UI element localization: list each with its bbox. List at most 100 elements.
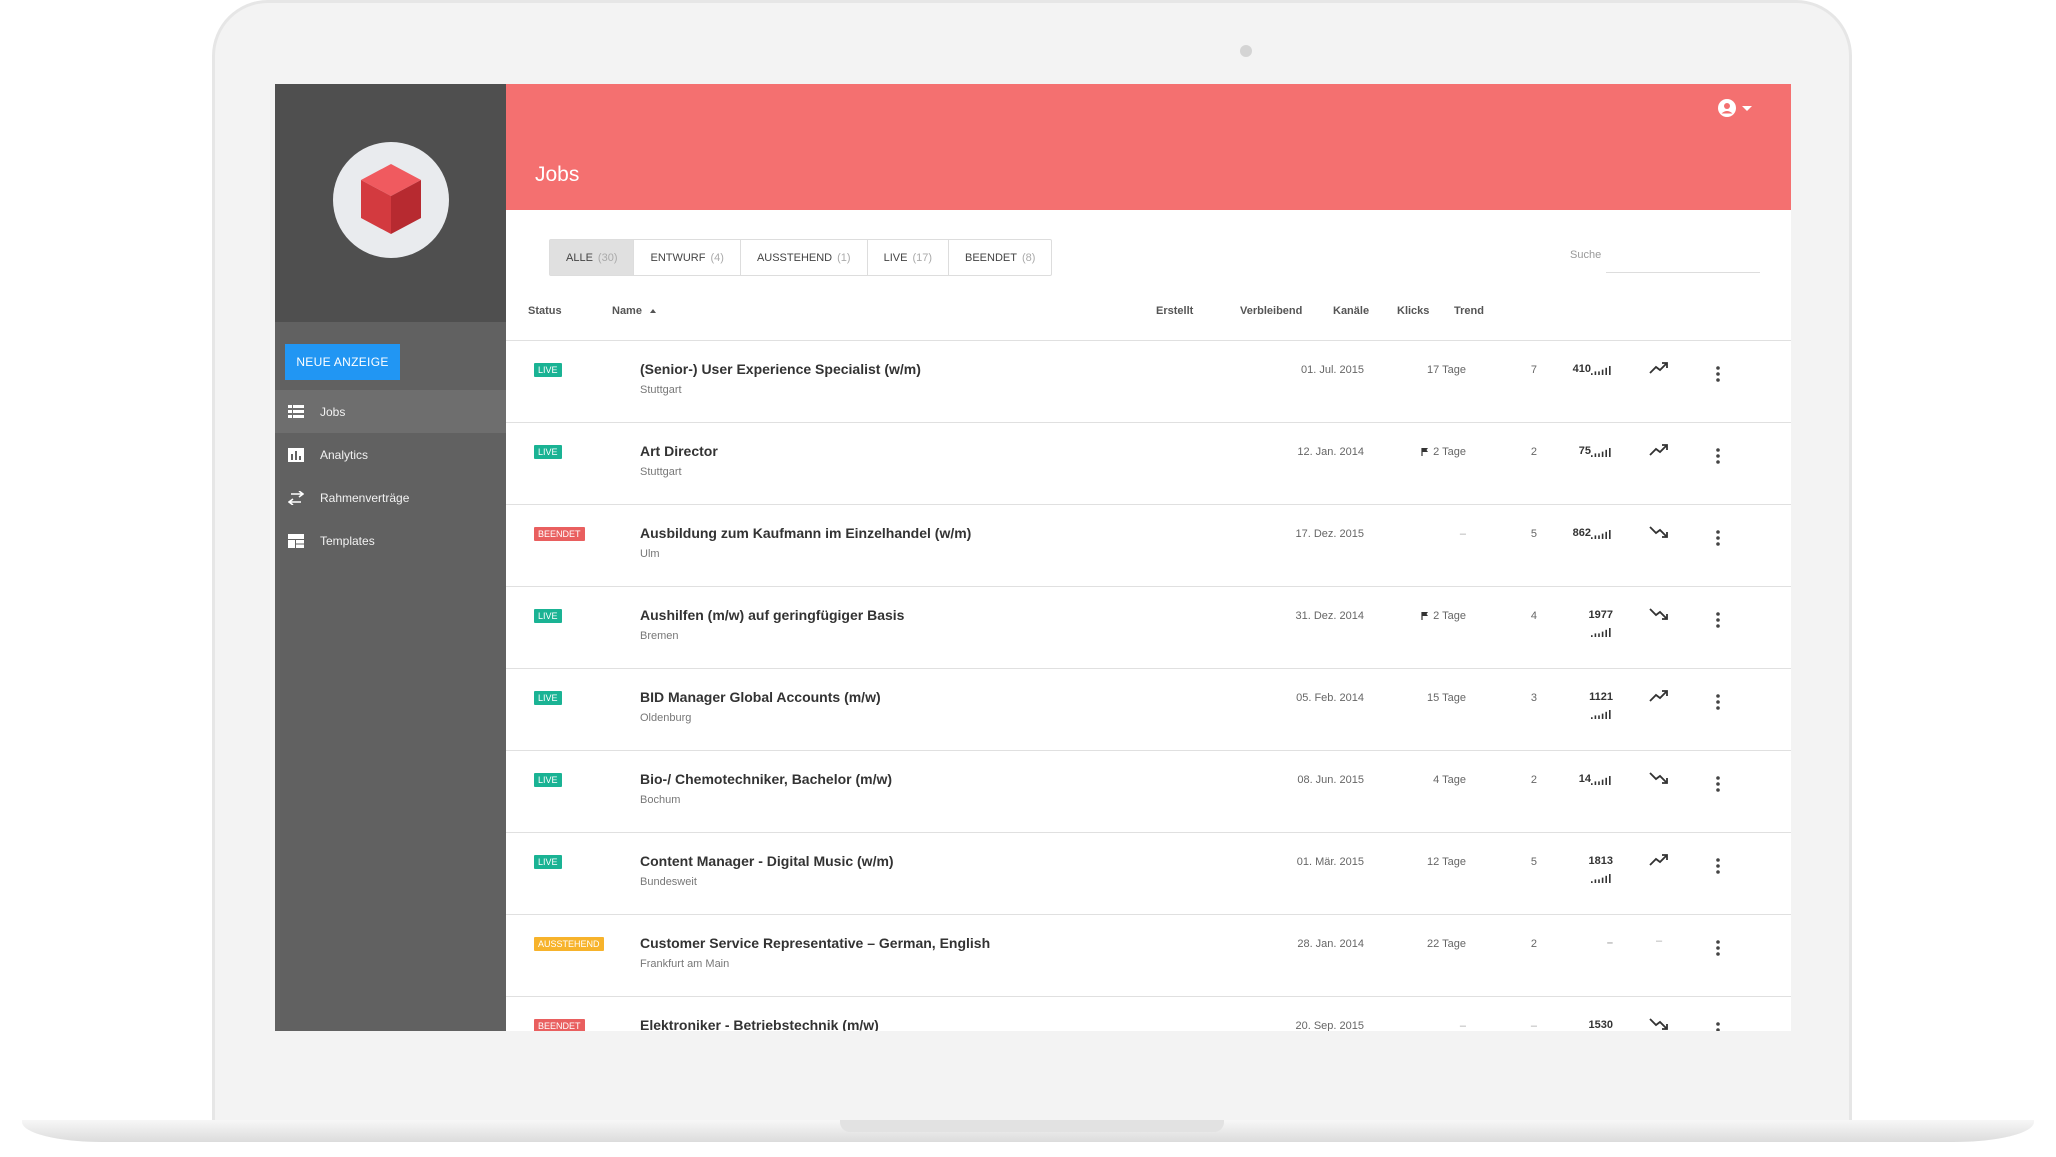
sparkline-icon <box>1591 874 1611 883</box>
more-vertical-icon[interactable] <box>1711 447 1725 465</box>
job-row[interactable]: BEENDET Ausbildung zum Kaufmann im Einze… <box>506 505 1791 587</box>
job-row[interactable]: LIVE BID Manager Global Accounts (m/w) O… <box>506 669 1791 751</box>
job-title[interactable]: Content Manager - Digital Music (w/m) <box>640 853 894 869</box>
more-vertical-icon[interactable] <box>1711 939 1725 957</box>
channels-count: 7 <box>1530 364 1537 376</box>
job-row[interactable]: LIVE Bio-/ Chemotechniker, Bachelor (m/w… <box>506 751 1791 833</box>
job-title[interactable]: Customer Service Representative – German… <box>640 935 990 951</box>
clicks-cell: 862 <box>1573 527 1613 539</box>
channels-count: 4 <box>1530 610 1537 622</box>
chevron-down-icon[interactable] <box>1742 106 1752 111</box>
job-row[interactable]: LIVE Content Manager - Digital Music (w/… <box>506 833 1791 915</box>
column-header-created[interactable]: Erstellt <box>1156 305 1193 317</box>
sidebar-nav: Jobs Analytics Rahmenverträge Templates <box>275 390 506 562</box>
sparkline-icon <box>1591 710 1611 719</box>
tab-count: (1) <box>837 251 851 264</box>
search-input[interactable] <box>1606 244 1760 273</box>
job-title[interactable]: Ausbildung zum Kaufmann im Einzelhandel … <box>640 525 971 541</box>
job-row[interactable]: LIVE (Senior-) User Experience Specialis… <box>506 341 1791 423</box>
created-date: 17. Dez. 2015 <box>1295 528 1365 540</box>
sidebar-item-label: Rahmenverträge <box>320 490 410 505</box>
created-date: 01. Jul. 2015 <box>1301 364 1364 376</box>
more-vertical-icon[interactable] <box>1711 1021 1725 1031</box>
job-location: Ulm <box>640 548 660 560</box>
page-title: Jobs <box>535 163 580 186</box>
sidebar-item-rahmenvertraege[interactable]: Rahmenverträge <box>275 476 506 519</box>
remaining-value: – <box>1459 1020 1466 1031</box>
job-row[interactable]: LIVE Art Director Stuttgart 12. Jan. 201… <box>506 423 1791 505</box>
clicks-cell: 75 <box>1579 445 1613 457</box>
job-title[interactable]: Aushilfen (m/w) auf geringfügiger Basis <box>640 607 904 623</box>
job-location: Stuttgart <box>640 466 682 478</box>
more-vertical-icon[interactable] <box>1711 529 1725 547</box>
created-date: 01. Mär. 2015 <box>1296 856 1364 868</box>
column-header-remaining[interactable]: Verbleibend <box>1240 305 1302 317</box>
sparkline-icon <box>1591 628 1611 637</box>
clicks-cell: 410 <box>1573 363 1613 375</box>
channels-count: 5 <box>1530 528 1537 540</box>
more-vertical-icon[interactable] <box>1711 365 1725 383</box>
status-badge: LIVE <box>534 691 562 705</box>
job-location: Bochum <box>640 794 681 806</box>
more-vertical-icon[interactable] <box>1711 611 1725 629</box>
app-screen: NEUE ANZEIGE Jobs Analytics Rahmenverträ… <box>275 84 1791 1031</box>
tab-entwurf[interactable]: ENTWURF (4) <box>634 240 741 275</box>
job-row[interactable]: AUSSTEHEND Customer Service Representati… <box>506 915 1791 997</box>
remaining-time: 4 Tage <box>1433 774 1466 786</box>
sidebar-item-jobs[interactable]: Jobs <box>275 390 506 433</box>
main-content: Jobs ALLE (30) ENTWURF (4) AUSSTEHEND (1) L… <box>506 84 1791 1031</box>
status-badge: LIVE <box>534 363 562 377</box>
swap-arrows-icon <box>288 490 304 505</box>
created-date: 20. Sep. 2015 <box>1295 1020 1364 1031</box>
more-vertical-icon[interactable] <box>1711 693 1725 711</box>
sidebar-item-templates[interactable]: Templates <box>275 519 506 562</box>
column-header-channels[interactable]: Kanäle <box>1333 305 1369 317</box>
job-location: Stuttgart <box>640 384 682 396</box>
tab-ausstehend[interactable]: AUSSTEHEND (1) <box>741 240 868 275</box>
status-badge: LIVE <box>534 855 562 869</box>
column-header-status: Status <box>528 305 562 317</box>
clicks-cell: 14 <box>1579 773 1613 785</box>
job-location: Oldenburg <box>640 712 692 724</box>
job-title[interactable]: Art Director <box>640 443 718 459</box>
remaining-value: 4 Tage <box>1433 774 1466 786</box>
camera-dot <box>1240 45 1252 57</box>
sidebar-logo-area <box>275 84 506 322</box>
new-ad-button[interactable]: NEUE ANZEIGE <box>285 344 400 380</box>
created-date: 28. Jan. 2014 <box>1297 938 1364 950</box>
search-label: Suche <box>1570 249 1602 261</box>
job-title[interactable]: (Senior-) User Experience Specialist (w/… <box>640 361 921 377</box>
more-vertical-icon[interactable] <box>1711 857 1725 875</box>
created-date: 12. Jan. 2014 <box>1297 446 1364 458</box>
tab-alle[interactable]: ALLE (30) <box>550 240 635 275</box>
job-title[interactable]: Bio-/ Chemotechniker, Bachelor (m/w) <box>640 771 892 787</box>
page-header: Jobs <box>506 84 1791 210</box>
created-date: 08. Jun. 2015 <box>1297 774 1364 786</box>
clicks-value: 75 <box>1578 445 1591 457</box>
job-title[interactable]: BID Manager Global Accounts (m/w) <box>640 689 881 705</box>
job-title[interactable]: Elektroniker - Betriebstechnik (m/w) <box>640 1017 879 1031</box>
remaining-time: 2 Tage <box>1421 446 1466 458</box>
more-vertical-icon[interactable] <box>1711 775 1725 793</box>
status-badge: BEENDET <box>534 1019 585 1031</box>
remaining-time: 12 Tage <box>1427 856 1466 868</box>
trending-up-icon <box>1649 690 1668 702</box>
column-header-name[interactable]: Name <box>612 305 656 317</box>
trending-down-icon <box>1649 772 1668 784</box>
tab-count: (8) <box>1021 251 1036 264</box>
job-row[interactable]: BEENDET Elektroniker - Betriebstechnik (… <box>506 997 1791 1031</box>
remaining-value: – <box>1459 528 1466 540</box>
channels-count: 2 <box>1530 774 1537 786</box>
sidebar-item-label: Analytics <box>320 447 369 462</box>
job-row[interactable]: LIVE Aushilfen (m/w) auf geringfügiger B… <box>506 587 1791 669</box>
tab-label: ALLE <box>566 251 593 264</box>
user-account-icon[interactable] <box>1718 99 1736 117</box>
sidebar-item-label: Templates <box>320 533 375 548</box>
sidebar-item-analytics[interactable]: Analytics <box>275 433 506 476</box>
column-header-clicks[interactable]: Klicks <box>1397 305 1429 317</box>
trending-up-icon <box>1649 854 1668 866</box>
clicks-cell: 1530 <box>1589 1019 1613 1031</box>
tab-label: ENTWURF <box>650 251 706 264</box>
tab-live[interactable]: LIVE (17) <box>868 240 949 275</box>
tab-beendet[interactable]: BEENDET (8) <box>949 240 1051 275</box>
